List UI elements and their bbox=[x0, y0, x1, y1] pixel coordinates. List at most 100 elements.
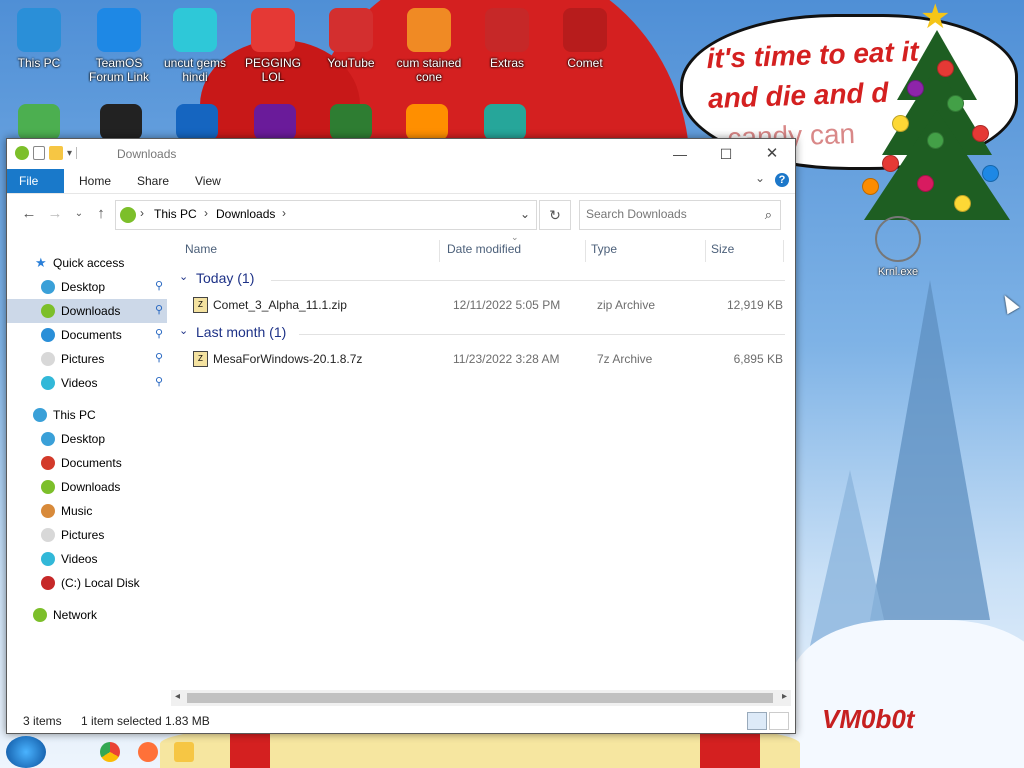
up-button[interactable]: ↑ bbox=[91, 206, 111, 222]
sidebar-item-desktop[interactable]: Desktop bbox=[7, 427, 167, 451]
desktop-icon-partial[interactable] bbox=[330, 104, 372, 140]
tab-home[interactable]: Home bbox=[67, 169, 123, 193]
address-separator-icon[interactable]: › bbox=[204, 206, 208, 220]
star-icon: ★ bbox=[35, 255, 47, 270]
diamond-icon bbox=[173, 8, 217, 52]
details-view-button[interactable] bbox=[747, 712, 767, 730]
sidebar-item--c-local-disk[interactable]: (C:) Local Disk bbox=[7, 571, 167, 595]
sidebar-item-music[interactable]: Music bbox=[7, 499, 167, 523]
maximize-button[interactable]: ☐ bbox=[703, 139, 749, 169]
refresh-button[interactable]: ↻ bbox=[539, 200, 571, 230]
group-collapse-chevron-icon[interactable]: ⌄ bbox=[179, 270, 188, 283]
column-divider[interactable] bbox=[705, 240, 706, 262]
cone-icon bbox=[407, 8, 451, 52]
recent-locations-chevron-icon[interactable]: ⌄ bbox=[69, 206, 89, 222]
desktop-icon-youtube[interactable]: YouTube bbox=[312, 8, 390, 70]
sidebar-item-downloads[interactable]: Downloads bbox=[7, 475, 167, 499]
desktop-icon-cum-stained-cone[interactable]: cum stained cone bbox=[390, 8, 468, 84]
large-icons-view-button[interactable] bbox=[769, 712, 789, 730]
scrollbar-thumb[interactable] bbox=[187, 693, 773, 703]
sidebar-item-pictures[interactable]: Pictures bbox=[7, 523, 167, 547]
sidebar-item-desktop[interactable]: Desktop ⚲ bbox=[7, 275, 167, 299]
desktop-folder-icon bbox=[41, 432, 55, 446]
group-header[interactable]: Today (1) bbox=[196, 270, 254, 286]
desktop-icon-teamos-forum-link[interactable]: TeamOS Forum Link bbox=[80, 8, 158, 84]
nav-network[interactable]: Network bbox=[7, 603, 167, 627]
group-header[interactable]: Last month (1) bbox=[196, 324, 286, 340]
expand-ribbon-chevron-icon[interactable]: ⌄ bbox=[755, 171, 765, 185]
sidebar-item-label: Videos bbox=[61, 552, 98, 566]
breadcrumb-downloads[interactable]: Downloads bbox=[216, 207, 275, 221]
desktop-icon-partial[interactable] bbox=[254, 104, 296, 140]
desktop-icon-extras[interactable]: Extras bbox=[468, 8, 546, 70]
desktop-icon-comet[interactable]: Comet bbox=[546, 8, 624, 70]
sidebar-item-videos[interactable]: Videos bbox=[7, 547, 167, 571]
file-row[interactable]: Z MesaForWindows-20.1.8.7z 11/23/2022 3:28… bbox=[171, 348, 791, 370]
address-separator-icon[interactable]: › bbox=[282, 206, 286, 220]
address-bar[interactable]: › This PC › Downloads › ⌄ bbox=[115, 200, 537, 230]
angry-bird-icon bbox=[329, 8, 373, 52]
desktop-icon-partial[interactable] bbox=[406, 104, 448, 140]
search-input[interactable] bbox=[586, 207, 754, 221]
nav-quick-access[interactable]: ★ Quick access bbox=[7, 251, 167, 275]
sidebar-item-pictures[interactable]: Pictures ⚲ bbox=[7, 347, 167, 371]
comet-icon bbox=[563, 8, 607, 52]
search-box[interactable]: ⌕ bbox=[579, 200, 781, 230]
scroll-right-icon[interactable]: ▸ bbox=[782, 691, 787, 702]
address-dropdown-chevron-icon[interactable]: ⌄ bbox=[520, 207, 530, 221]
desktop-icon-uncut-gems-hindi[interactable]: uncut gems hindi bbox=[156, 8, 234, 84]
desktop-icon-partial[interactable] bbox=[484, 104, 526, 140]
group-collapse-chevron-icon[interactable]: ⌄ bbox=[179, 324, 188, 337]
properties-icon[interactable] bbox=[33, 146, 45, 160]
column-divider[interactable] bbox=[783, 240, 784, 262]
forward-button[interactable]: → bbox=[45, 206, 65, 222]
column-header-date[interactable]: Date modified bbox=[447, 242, 521, 256]
videos-folder-icon bbox=[41, 376, 55, 390]
breadcrumb-this-pc[interactable]: This PC bbox=[154, 207, 197, 221]
nav-this-pc[interactable]: This PC bbox=[7, 403, 167, 427]
chrome-icon[interactable] bbox=[100, 742, 120, 762]
address-separator-icon[interactable]: › bbox=[140, 206, 144, 220]
customize-toolbar-chevron-icon[interactable]: ▾ bbox=[67, 148, 72, 159]
archive-file-icon: Z bbox=[193, 351, 208, 367]
desktop-icon-partial[interactable] bbox=[176, 104, 218, 140]
help-icon[interactable]: ? bbox=[775, 173, 789, 187]
close-button[interactable]: ✕ bbox=[749, 139, 795, 169]
desktop-icon-label: Extras bbox=[489, 56, 524, 70]
desktop-icon-pegging-lol[interactable]: PEGGING LOL bbox=[234, 8, 312, 84]
this-pc-icon bbox=[33, 408, 47, 422]
sidebar-item-videos[interactable]: Videos ⚲ bbox=[7, 371, 167, 395]
desktop-icon-this-pc[interactable]: This PC bbox=[0, 8, 78, 70]
tab-share[interactable]: Share bbox=[125, 169, 181, 193]
column-header-type[interactable]: Type bbox=[591, 242, 617, 256]
pin-icon: ⚲ bbox=[155, 328, 164, 340]
title-bar[interactable]: ▾ Downloads — ☐ ✕ bbox=[7, 139, 795, 169]
sidebar-item-label: Downloads bbox=[61, 304, 121, 318]
scroll-left-icon[interactable]: ◂ bbox=[175, 691, 180, 702]
pictures-folder-icon bbox=[41, 352, 55, 366]
search-icon[interactable]: ⌕ bbox=[765, 207, 772, 223]
nav-network-label: Network bbox=[53, 608, 98, 622]
column-header-size[interactable]: Size bbox=[711, 242, 734, 256]
column-divider[interactable] bbox=[439, 240, 440, 262]
sidebar-item-downloads[interactable]: Downloads ⚲ bbox=[7, 299, 167, 323]
sidebar-item-label: Desktop bbox=[61, 280, 106, 294]
group-divider bbox=[271, 280, 785, 281]
sidebar-item-documents[interactable]: Documents bbox=[7, 451, 167, 475]
column-divider[interactable] bbox=[585, 240, 586, 262]
minimize-button[interactable]: — bbox=[657, 139, 703, 169]
sidebar-item-documents[interactable]: Documents ⚲ bbox=[7, 323, 167, 347]
file-explorer-icon[interactable] bbox=[174, 742, 194, 762]
back-button[interactable]: ← bbox=[19, 206, 39, 222]
tab-view[interactable]: View bbox=[183, 169, 233, 193]
desktop-icon-partial[interactable] bbox=[100, 104, 142, 140]
column-header-name[interactable]: Name bbox=[185, 242, 217, 256]
new-folder-icon[interactable] bbox=[49, 146, 63, 160]
start-button[interactable] bbox=[6, 736, 46, 768]
file-row[interactable]: Z Comet_3_Alpha_11.1.zip 12/11/2022 5:05 P… bbox=[171, 294, 791, 316]
tab-file[interactable]: File bbox=[7, 169, 64, 193]
firefox-icon[interactable] bbox=[138, 742, 158, 762]
desktop-icon-krnl[interactable]: Krnl.exe bbox=[860, 216, 936, 278]
horizontal-scrollbar[interactable]: ◂ ▸ bbox=[171, 690, 791, 706]
desktop-icon-partial[interactable] bbox=[18, 104, 60, 140]
